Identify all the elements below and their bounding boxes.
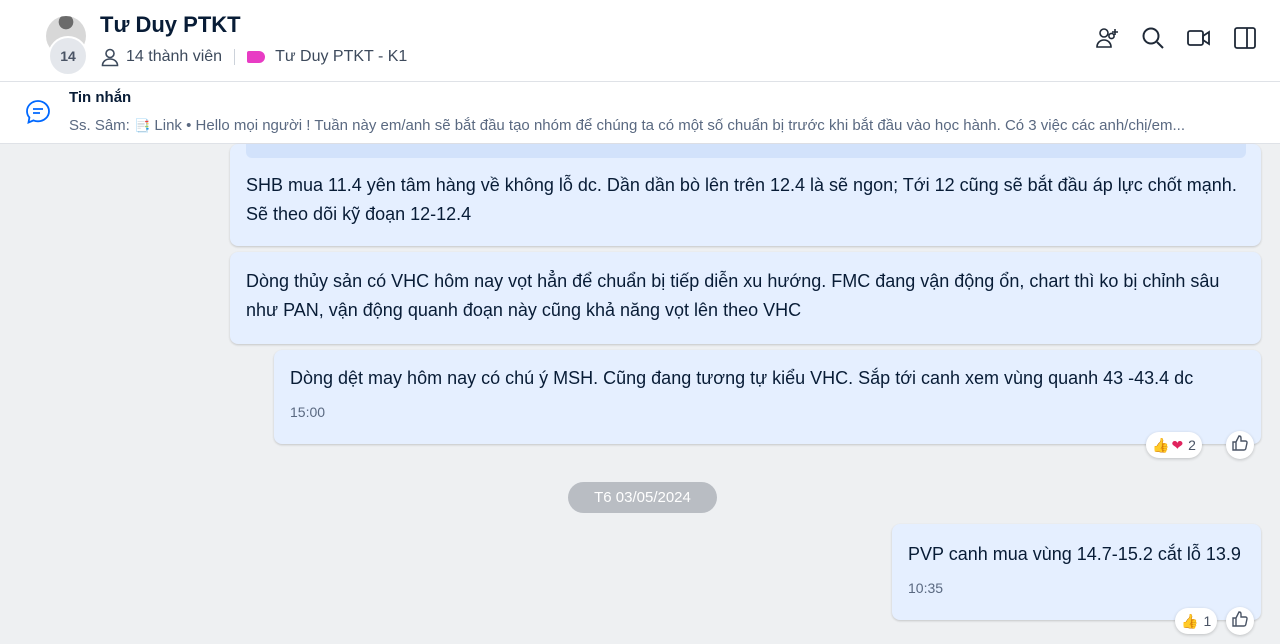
tag-icon: [247, 51, 266, 63]
message-text: Dòng thủy sản có VHC hôm nay vọt hẳn để …: [246, 271, 1220, 320]
person-icon: [100, 47, 120, 67]
document-icon: 📑: [134, 118, 151, 133]
pinned-title: Tin nhắn: [69, 89, 132, 106]
heart-emoji-icon: ❤: [1171, 436, 1184, 453]
header-actions: [1094, 24, 1258, 52]
group-meta: 14 thành viên Tư Duy PTKT - K1: [100, 46, 407, 68]
chat-header: 14 Tư Duy PTKT 14 thành viên Tư Duy PTKT…: [0, 0, 1280, 82]
reaction-summary[interactable]: 👍 1: [1175, 608, 1218, 634]
add-member-icon[interactable]: [1094, 24, 1120, 52]
pinned-dot: •: [186, 117, 192, 134]
date-divider: T6 03/05/2024: [568, 482, 717, 513]
video-call-icon[interactable]: [1186, 24, 1212, 52]
pinned-preview-text: Hello mọi người ! Tuần này em/anh sẽ bắt…: [195, 117, 1186, 134]
message-time: 10:35: [908, 580, 944, 596]
reaction-count: 2: [1188, 437, 1196, 453]
pinned-link-label: Link: [154, 117, 182, 134]
pinned-preview[interactable]: Ss. Sâm: 📑 Link • Hello mọi người ! Tuần…: [69, 117, 1259, 134]
message-text: Dòng dệt may hôm nay có chú ý MSH. Cũng …: [290, 368, 1194, 388]
thumbs-up-emoji-icon: 👍: [1152, 436, 1170, 453]
message-bubble[interactable]: Dòng thủy sản có VHC hôm nay vọt hẳn để …: [230, 252, 1261, 344]
message-text: SHB mua 11.4 yên tâm hàng về không lỗ dc…: [246, 175, 1237, 224]
group-avatar[interactable]: 14: [44, 14, 88, 76]
reaction-count: 1: [1203, 613, 1212, 629]
community-tag[interactable]: Tư Duy PTKT - K1: [275, 48, 407, 66]
reaction-summary[interactable]: 👍 ❤ 2: [1146, 432, 1202, 458]
quoted-message-strip[interactable]: [246, 144, 1246, 158]
message-bubble[interactable]: Dòng dệt may hôm nay có chú ý MSH. Cũng …: [274, 350, 1261, 444]
like-button[interactable]: [1226, 431, 1254, 459]
message-text: PVP canh mua vùng 14.7-15.2 cắt lỗ 13.9: [908, 544, 1241, 564]
meta-divider: [234, 49, 236, 65]
pinned-sender: Ss. Sâm:: [69, 117, 130, 134]
avatar-member-count: 14: [48, 36, 88, 76]
like-button[interactable]: [1226, 607, 1254, 635]
message-bubble[interactable]: SHB mua 11.4 yên tâm hàng về không lỗ dc…: [230, 144, 1261, 246]
message-time: 15:00: [290, 404, 326, 420]
group-title[interactable]: Tư Duy PTKT: [100, 12, 241, 38]
pinned-message-bar[interactable]: [0, 82, 1280, 144]
sidebar-toggle-icon[interactable]: [1232, 24, 1258, 52]
thumbs-up-emoji-icon: 👍: [1181, 612, 1199, 629]
message-bubble[interactable]: PVP canh mua vùng 14.7-15.2 cắt lỗ 13.9 …: [892, 524, 1261, 620]
thumbs-up-outline-icon: [1231, 434, 1249, 457]
chat-bubble-icon: [24, 98, 52, 131]
members-count[interactable]: 14 thành viên: [126, 48, 222, 66]
thumbs-up-outline-icon: [1231, 610, 1249, 633]
search-icon[interactable]: [1140, 24, 1166, 52]
